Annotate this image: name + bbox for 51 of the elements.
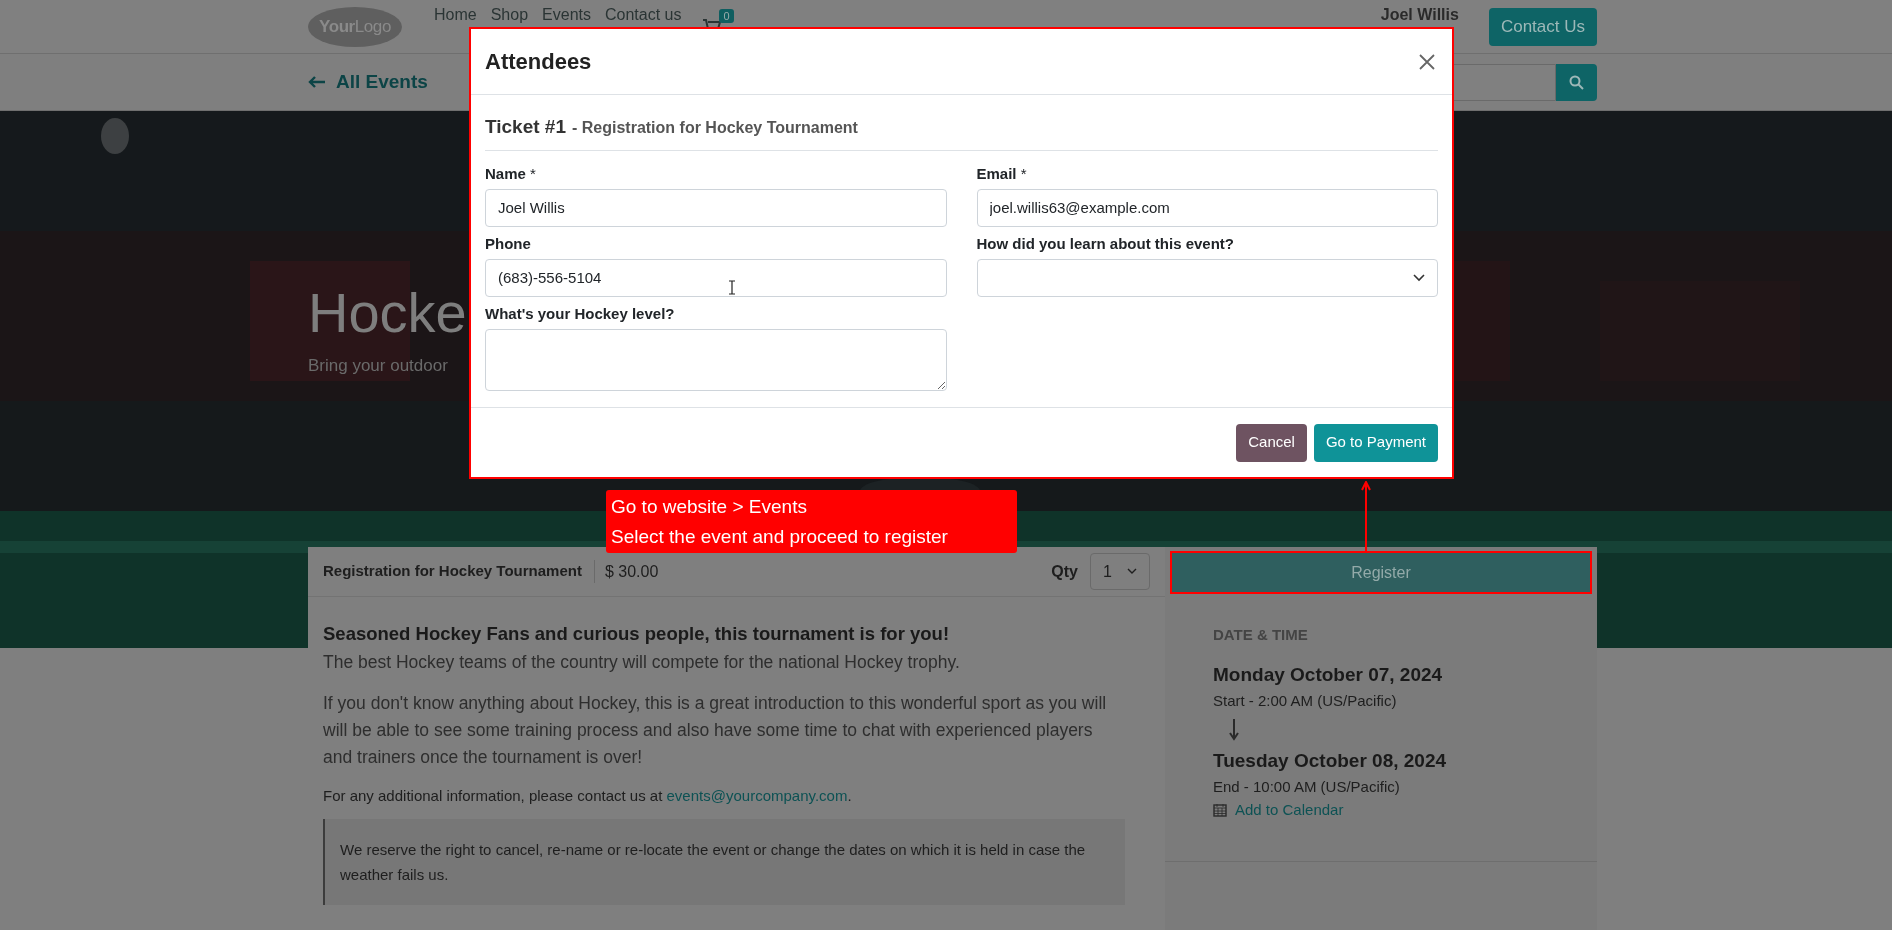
end-time: End - 10:00 AM (US/Pacific)	[1213, 776, 1401, 797]
back-link[interactable]: All Events	[308, 67, 428, 97]
register-button[interactable]: Register	[1172, 553, 1590, 592]
ticket-price: $ 30.00	[603, 561, 659, 582]
qty-label: Qty	[1051, 561, 1078, 582]
select-field[interactable]	[976, 258, 1438, 297]
nav-link[interactable]: Events	[542, 6, 591, 24]
nav-link[interactable]: Contact us	[605, 6, 682, 24]
annotation-text: Go to website > Events	[611, 494, 808, 519]
ticket-name: Registration for Hockey Tournament	[323, 560, 595, 583]
qty-select[interactable]: 1	[1090, 553, 1150, 590]
add-to-calendar-link[interactable]: Add to Calendar	[1213, 798, 1549, 821]
user-menu[interactable]: Joel Willis	[1380, 6, 1459, 24]
description-paragraph: If you don't know anything about Hockey, this is a great introduction to this wonderful sport as you will will be able to see some training process and also have some time to chat with experienced players and trainers once the tournament is over!	[323, 692, 1108, 769]
cart-badge: 0	[719, 8, 734, 23]
arrow-left-icon	[308, 76, 326, 88]
note-block: We reserve the right to cancel, re-name or re-locate the event or change the dates on which it is held in case the weather fails us.	[323, 819, 1125, 905]
calendar-icon	[1213, 802, 1227, 817]
close-icon	[1419, 53, 1435, 70]
search-button[interactable]	[1556, 63, 1597, 101]
arrow-down-icon	[1229, 718, 1239, 741]
input-field[interactable]: (683)-556-5104	[485, 258, 947, 297]
contact-us-button[interactable]: Contact Us	[1488, 7, 1597, 46]
dialog-title: Attendees	[485, 48, 592, 76]
field-label: Email*	[976, 164, 1028, 183]
field-label: Phone	[485, 234, 532, 253]
ticket-heading: Ticket #1	[485, 115, 566, 139]
nav-link[interactable]: Shop	[490, 6, 529, 24]
hero-subtitle: Bring your outdoor	[308, 355, 448, 377]
field-label: Name*	[485, 164, 537, 183]
description-heading: Seasoned Hockey Fans and curious people, this tournament is for you!	[323, 622, 951, 646]
contact-text: For any additional information, please contact us at events@yourcompany.com.	[323, 786, 853, 806]
search-icon	[1569, 74, 1584, 90]
annotation-text: Select the event and proceed to register	[611, 524, 949, 549]
chevron-icon	[1413, 273, 1425, 282]
nav-link[interactable]: Home	[434, 6, 477, 24]
ticket-subheading: - Registration for Hockey Tournament	[572, 118, 858, 138]
text-cursor-icon	[728, 280, 736, 295]
chevron-icon	[1127, 568, 1137, 575]
cancel-button[interactable]: Cancel	[1236, 423, 1307, 462]
start-date: Monday October 07, 2024	[1213, 662, 1444, 687]
input-field[interactable]: joel.willis63@example.com	[976, 188, 1438, 227]
hero-title: Hocke	[308, 281, 467, 345]
field-label: What's your Hockey level?	[485, 304, 676, 323]
payment-button[interactable]: Go to Payment	[1313, 423, 1438, 462]
email-link[interactable]: events@yourcompany.com	[666, 787, 848, 804]
description-paragraph: The best Hockey teams of the country will compete for the national Hockey trophy.	[323, 651, 961, 674]
field-label: How did you learn about this event?	[976, 234, 1236, 253]
input-field[interactable]: Joel Willis	[485, 188, 947, 227]
end-date: Tuesday October 08, 2024	[1213, 748, 1448, 773]
start-time: Start - 2:00 AM (US/Pacific)	[1213, 690, 1398, 711]
